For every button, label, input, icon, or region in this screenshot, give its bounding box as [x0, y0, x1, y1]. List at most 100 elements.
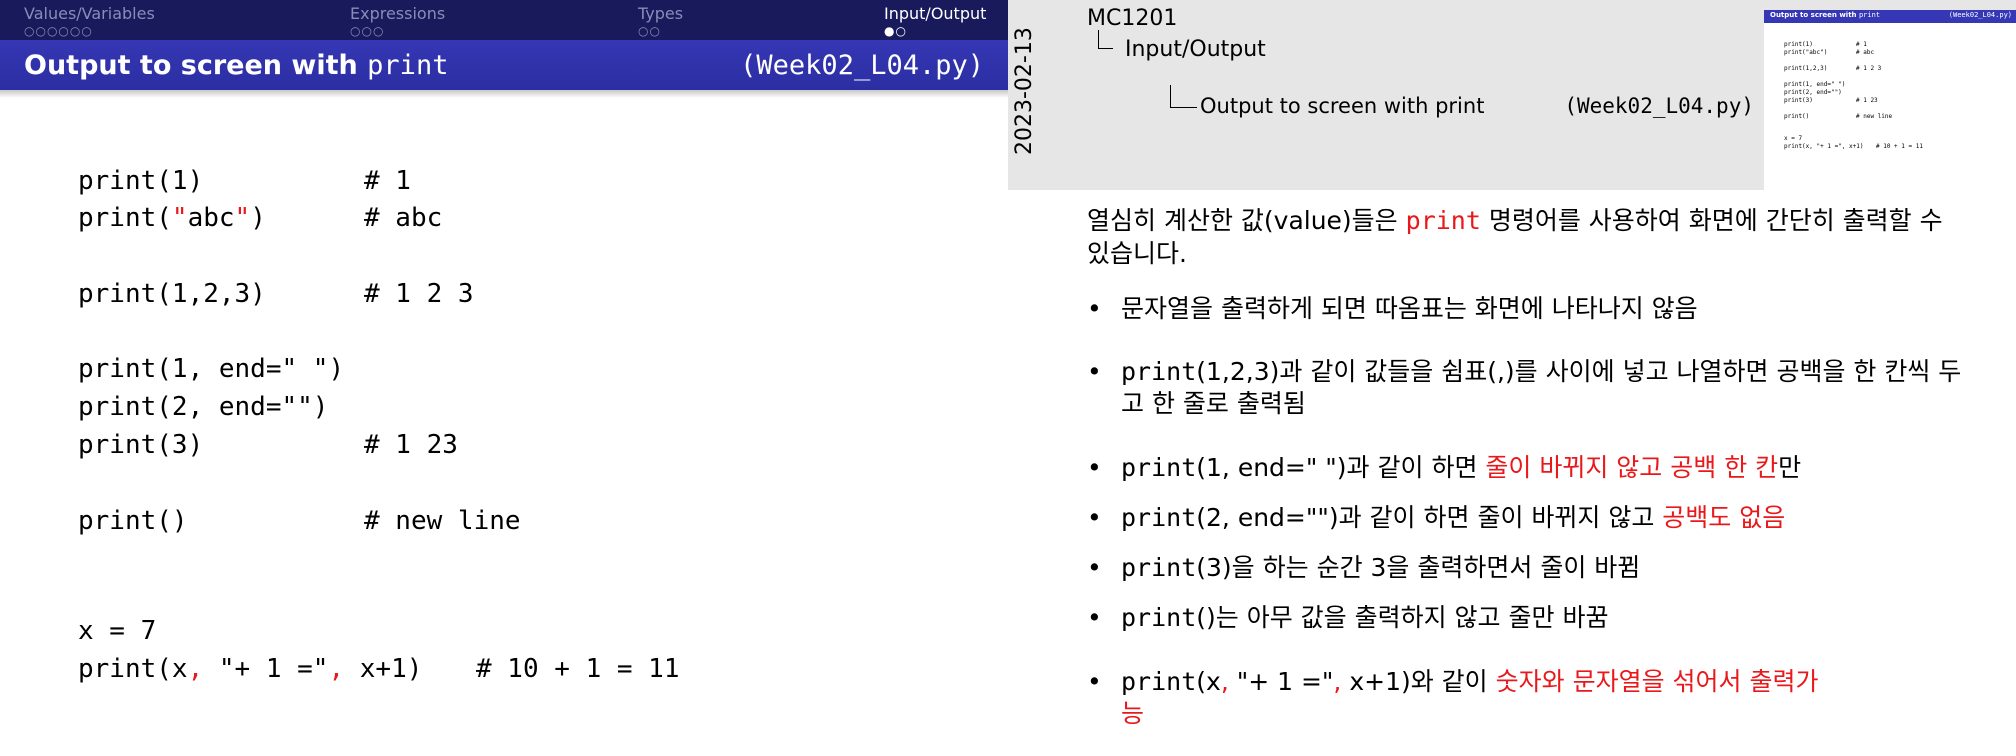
code-keyword: print — [1121, 503, 1197, 532]
code-comment: # abc — [364, 203, 443, 233]
slide-title: Output to screen with print — [24, 50, 448, 81]
code-token: x+1) — [344, 654, 423, 684]
intro-keyword: print — [1405, 206, 1481, 235]
code-line: print(1,2,3) — [78, 279, 266, 309]
thumbnail-code-line: print("abc") — [1784, 49, 1828, 56]
bullet-text: print(2, end="")과 같이 하면 줄이 바뀌지 않고 공백도 없음 — [1121, 502, 1981, 534]
bullet-text: print(3)을 하는 순간 3을 출력하면서 줄이 바뀜 — [1121, 552, 1981, 584]
thumbnail-code-comment: # abc — [1856, 49, 1875, 56]
thumbnail-code-line: print(1) — [1784, 41, 1813, 48]
thumbnail-code-comment: # new line — [1856, 113, 1893, 120]
code-line: print() — [78, 506, 188, 536]
slide-title-keyword: print — [367, 50, 449, 81]
bullet-text: print(x, "+ 1 =", x+1)와 같이 숫자와 문자열을 섞어서 … — [1121, 666, 1841, 730]
nav-dots-input-output[interactable]: ●○ — [884, 24, 907, 38]
nav-section-types[interactable]: Types — [638, 4, 683, 23]
code-keyword: print — [1121, 667, 1197, 696]
thumbnail-code-comment: # 1 2 3 — [1856, 65, 1882, 72]
tree-connector — [1170, 85, 1197, 108]
code-quote: " — [171, 203, 188, 233]
code-keyword: print — [1121, 357, 1197, 386]
nav-section-expressions[interactable]: Expressions — [350, 4, 445, 23]
code-comma: , — [328, 654, 345, 684]
bullet-icon: • — [1087, 503, 1102, 532]
intro-text: 열심히 계산한 값(value)들은 — [1087, 206, 1406, 235]
thumbnail-code-line: print(1,2,3) — [1784, 65, 1828, 72]
thumbnail-title-text: Output to screen with — [1770, 11, 1857, 19]
nav-dots-expressions[interactable]: ○○○ — [350, 24, 384, 38]
code-comment: # 10 + 1 = 11 — [476, 654, 680, 684]
bullet-text: print(1,2,3)과 같이 값들을 쉼표(,)를 사이에 넣고 나열하면 … — [1121, 356, 1981, 420]
tree-connector — [1098, 30, 1113, 49]
thumbnail-code-comment: # 10 + 1 = 11 — [1876, 143, 1923, 150]
notes-page: 2023-02-13 MC1201 Input/Output Output to… — [1008, 0, 2016, 756]
section-name: Input/Output — [1125, 37, 1266, 62]
bullet-text: 문자열을 출력하게 되면 따옴표는 화면에 나타나지 않음 — [1121, 294, 1698, 323]
code-token: print(x — [78, 654, 188, 684]
bullet-segment: x+1)와 같이 — [1341, 667, 1496, 696]
nav-dots-types[interactable]: ○○ — [638, 24, 661, 38]
bullet-text: print()는 아무 값을 출력하지 않고 줄만 바꿈 — [1121, 602, 1981, 634]
thumbnail-title-keyword: print — [1858, 11, 1881, 19]
bullet-segment: (2, end="")과 같이 하면 줄이 바뀌지 않고 — [1196, 503, 1663, 532]
notes-header: 2023-02-13 MC1201 Input/Output Output to… — [1008, 0, 2016, 190]
thumbnail-code-line: print(x, "+ 1 =", x+1) — [1784, 143, 1864, 150]
thumbnail-code-line: print(3) — [1784, 97, 1813, 104]
code-line: print(1) — [78, 166, 204, 196]
bullet-segment: (3)을 하는 순간 3을 출력하면서 줄이 바뀜 — [1196, 553, 1641, 582]
nav-dots-values-variables[interactable]: ○○○○○○ — [24, 24, 93, 38]
notes-intro: 열심히 계산한 값(value)들은 print 명령어를 사용하여 화면에 간… — [1087, 204, 1967, 270]
bullet-segment: (x — [1196, 667, 1221, 696]
code-line: print(x, "+ 1 =", x+1) — [78, 654, 422, 684]
bullet-icon: • — [1087, 453, 1102, 482]
code-comma: , — [187, 654, 204, 684]
code-comma: , — [1220, 667, 1229, 696]
thumbnail-code-line: print() — [1784, 113, 1810, 120]
code-token: ) — [250, 203, 266, 233]
nav-section-input-output[interactable]: Input/Output — [884, 4, 986, 23]
code-line: print(1, end=" ") — [78, 354, 345, 384]
code-comment: # 1 2 3 — [364, 279, 474, 309]
slide: Values/Variables ○○○○○○ Expressions ○○○ … — [0, 0, 1008, 756]
code-token: abc — [187, 203, 235, 233]
bullet-text: print(1, end=" ")과 같이 하면 줄이 바뀌지 않고 공백 한 … — [1121, 452, 1981, 484]
code-line: print(2, end="") — [78, 392, 329, 422]
slide-title-text: Output to screen with — [24, 50, 358, 81]
frame-file-name: (Week02_L04.py) — [1564, 94, 1754, 118]
slide-file-name: (Week02_L04.py) — [740, 50, 984, 81]
bullet-icon: • — [1087, 357, 1102, 386]
bullet-segment: (1,2,3)과 같이 값들을 쉼표(,)를 사이에 넣고 나열하면 공백을 한… — [1121, 357, 1962, 418]
highlight-text: 공백도 없음 — [1662, 503, 1786, 532]
code-line: x = 7 — [78, 616, 157, 646]
code-line: print("abc") — [78, 203, 266, 233]
code-keyword: print — [1121, 553, 1197, 582]
bullet-icon: • — [1087, 553, 1102, 582]
title-bar-shadow — [0, 90, 1008, 98]
bullet-icon: • — [1087, 294, 1102, 323]
code-quote: " — [234, 203, 251, 233]
notes-date: 2023-02-13 — [1012, 27, 1037, 155]
code-keyword: print — [1121, 453, 1197, 482]
code-comment: # 1 — [364, 166, 411, 196]
thumbnail-file-name: (Week02_L04.py) — [1948, 11, 2012, 19]
bullet-segment: 만 — [1778, 453, 1802, 482]
frame-title: Output to screen with print — [1200, 94, 1485, 118]
thumbnail-code-line: x = 7 — [1784, 135, 1803, 142]
nav-section-values-variables[interactable]: Values/Variables — [24, 4, 155, 23]
slide-thumbnail[interactable]: Output to screen with print (Week02_L04.… — [1764, 10, 2016, 190]
code-comment: # 1 23 — [364, 430, 458, 460]
bullet-segment: ()는 아무 값을 출력하지 않고 줄만 바꿈 — [1196, 603, 1609, 632]
code-keyword: print — [1121, 603, 1197, 632]
bullet-icon: • — [1087, 667, 1102, 696]
course-code: MC1201 — [1087, 6, 1178, 31]
thumbnail-code-comment: # 1 — [1856, 41, 1867, 48]
code-comment: # new line — [364, 506, 521, 536]
thumbnail-code-line: print(2, end="") — [1784, 89, 1842, 96]
code-line: print(3) — [78, 430, 204, 460]
bullet-segment: (1, end=" ")과 같이 하면 — [1196, 453, 1486, 482]
code-token: "+ 1 =" — [203, 654, 329, 684]
bullet-icon: • — [1087, 603, 1102, 632]
bullet-segment: "+ 1 =" — [1228, 667, 1334, 696]
highlight-text: 줄이 바뀌지 않고 공백 한 칸 — [1485, 453, 1779, 482]
thumbnail-title: Output to screen with print — [1770, 11, 1880, 19]
